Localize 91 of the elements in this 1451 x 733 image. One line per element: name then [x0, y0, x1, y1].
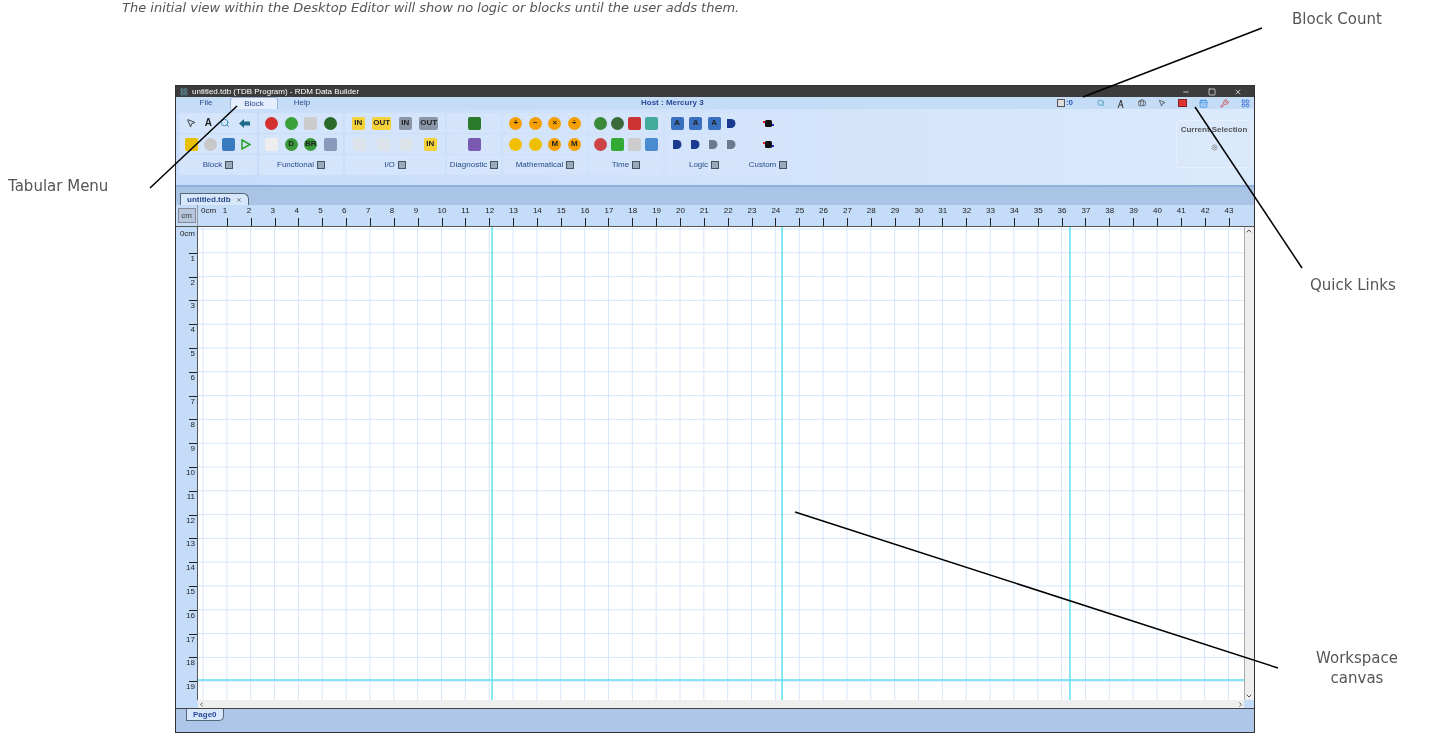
ruler-label: 28 — [866, 207, 876, 215]
ruler-label: 2 — [190, 278, 195, 287]
ruler-label: 24 — [771, 207, 781, 215]
ruler-label: 14 — [186, 564, 195, 573]
ruler-label: 17 — [186, 635, 195, 644]
tile-icon[interactable]: IN — [423, 137, 437, 151]
ruler-label: 3 — [270, 207, 275, 215]
ruler-label: 0cm — [201, 207, 217, 215]
ruler-label: 17 — [604, 207, 614, 215]
ruler-label: 3 — [190, 302, 195, 311]
tile-icon[interactable]: OUT — [372, 116, 392, 130]
ruler-label: 35 — [1033, 207, 1043, 215]
tile-icon[interactable]: OUT — [419, 116, 439, 130]
unit-button[interactable]: cm — [177, 208, 196, 223]
ruler-label: 1 — [190, 254, 195, 263]
ruler-label: 19 — [186, 683, 195, 692]
menu-tab[interactable]: Block — [230, 97, 278, 109]
ruler-label: 18 — [186, 659, 195, 668]
window-title: untitled.tdb (TDB Program) - RDM Data Builder — [192, 87, 360, 96]
ruler-label: 2 — [246, 207, 252, 215]
ruler-label: 43 — [1224, 207, 1234, 215]
ruler-label: 12 — [186, 516, 195, 525]
caption: The initial view within the Desktop Editor will show no logic or blocks until the user adds them. — [121, 0, 741, 16]
ruler-label: 27 — [842, 207, 852, 215]
ruler-label: 32 — [962, 207, 972, 215]
ruler-label: 16 — [186, 611, 195, 620]
ruler-label: 9 — [190, 445, 195, 454]
tile-icon[interactable]: IN — [398, 116, 412, 130]
ruler-label: 11 — [461, 207, 470, 215]
ruler-label: 10 — [437, 207, 447, 215]
ruler-label: 41 — [1176, 207, 1186, 215]
ruler-label: 21 — [699, 207, 709, 215]
ruler-label: 42 — [1200, 207, 1210, 215]
annotation-label: Tabular Menu — [8, 176, 109, 196]
ruler-label: 38 — [1105, 207, 1115, 215]
ruler-label: 40 — [1153, 207, 1162, 215]
ruler-label: 22 — [723, 207, 733, 215]
ruler-label: 15 — [186, 588, 195, 596]
ruler-label: 15 — [556, 207, 566, 215]
ruler-label: 13 — [509, 207, 518, 215]
group-expand-button[interactable]: Mathematical — [503, 155, 587, 175]
menu-tab[interactable]: Help — [278, 97, 326, 109]
annotation-label: Workspace canvas — [1315, 648, 1399, 688]
ruler-label: 16 — [580, 207, 590, 215]
block-count: :0 — [1065, 98, 1073, 108]
ruler-label: 0cm — [179, 230, 195, 238]
ruler-label: 7 — [365, 207, 371, 215]
ruler-label: 4 — [294, 207, 299, 215]
ruler-label: 8 — [389, 207, 395, 215]
annotation-label: Quick Links — [1310, 275, 1396, 295]
ruler-label: 19 — [652, 207, 662, 215]
text-tool-icon[interactable]: A — [204, 118, 212, 128]
ruler-label: 23 — [747, 207, 757, 215]
ruler-label: 39 — [1129, 207, 1139, 215]
group-expand-button[interactable]: Block — [179, 155, 257, 175]
ruler-label: 37 — [1081, 207, 1091, 215]
ruler-label: 36 — [1057, 207, 1067, 215]
tile-icon[interactable]: IN — [351, 116, 365, 130]
host-label: Host : Mercury 3 — [641, 98, 704, 108]
ruler-label: 1 — [222, 207, 228, 215]
ruler-label: 12 — [485, 207, 495, 215]
ruler-label: 10 — [186, 469, 195, 477]
ruler-label: 34 — [1009, 207, 1019, 215]
ruler-label: 18 — [628, 207, 638, 215]
page-tab[interactable]: Page0 — [186, 709, 224, 721]
ruler-label: 14 — [532, 207, 542, 215]
ruler-label: 6 — [190, 373, 195, 382]
group-expand-button[interactable]: I/O — [345, 155, 445, 175]
ruler-label: 4 — [190, 326, 195, 335]
document-tab[interactable]: untitled.tdb — [180, 193, 249, 205]
ruler-label: 26 — [819, 207, 828, 215]
ruler-label: 8 — [190, 421, 195, 430]
ruler-label: 5 — [318, 207, 323, 215]
ruler-label: 25 — [795, 207, 805, 215]
ruler-label: 5 — [190, 350, 195, 358]
group-expand-button[interactable]: Time — [589, 155, 663, 175]
ruler-label: 20 — [676, 207, 685, 215]
ruler-label: 29 — [890, 207, 900, 215]
ruler-label: 33 — [986, 207, 995, 215]
ruler-label: 30 — [914, 207, 924, 215]
ruler-label: 9 — [413, 207, 419, 215]
ruler-label: 13 — [186, 540, 195, 549]
group-expand-button[interactable]: Diagnostic — [447, 155, 501, 175]
menu-tab[interactable]: File — [182, 97, 230, 109]
ruler-label: 7 — [190, 397, 195, 406]
group-expand-button[interactable]: Functional — [259, 155, 343, 175]
panel-title: Current Selection — [1180, 124, 1248, 136]
ruler-label: 11 — [186, 492, 195, 501]
annotation-label: Block Count — [1292, 9, 1382, 29]
ruler-label: 6 — [342, 207, 347, 215]
ruler-label: 31 — [938, 207, 948, 215]
